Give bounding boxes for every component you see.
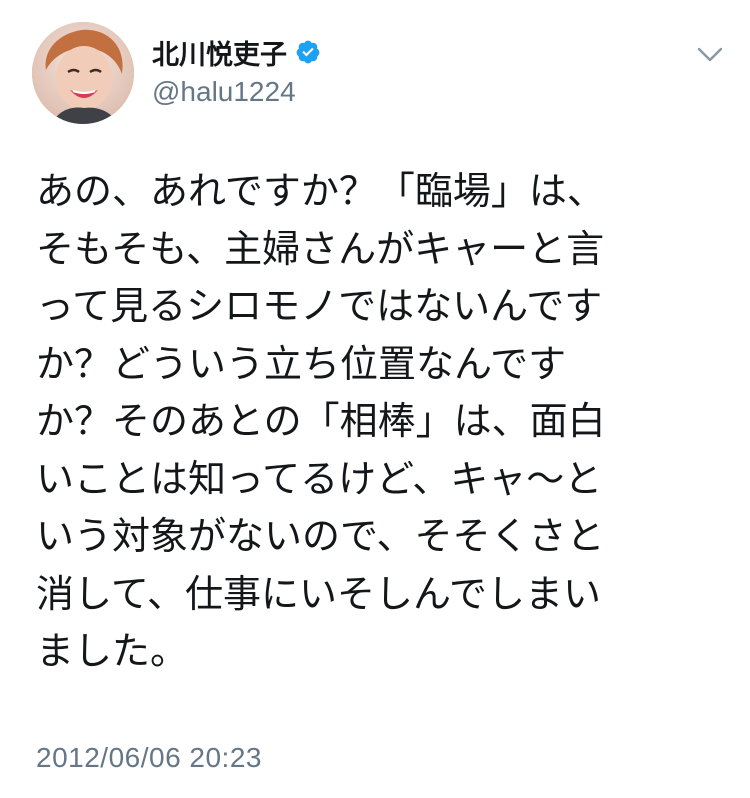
avatar[interactable] [32,22,134,124]
tweet-menu-button[interactable] [693,38,727,72]
tweet-timestamp[interactable]: 2012/06/06 20:23 [36,742,262,774]
avatar-photo [32,22,134,124]
user-handle[interactable]: @halu1224 [152,74,321,110]
display-name[interactable]: 北川悦吏子 [152,33,287,72]
tweet-header: 北川悦吏子 @halu1224 [0,0,750,140]
chevron-down-icon [697,47,723,62]
tweet-text: あの、あれですか？「臨場」は、 そもそも、主婦さんがキャーと言 って見るシロモノ… [36,169,606,673]
name-row: 北川悦吏子 [152,32,321,72]
user-info: 北川悦吏子 @halu1224 [152,32,321,110]
verified-badge-icon [295,39,321,65]
